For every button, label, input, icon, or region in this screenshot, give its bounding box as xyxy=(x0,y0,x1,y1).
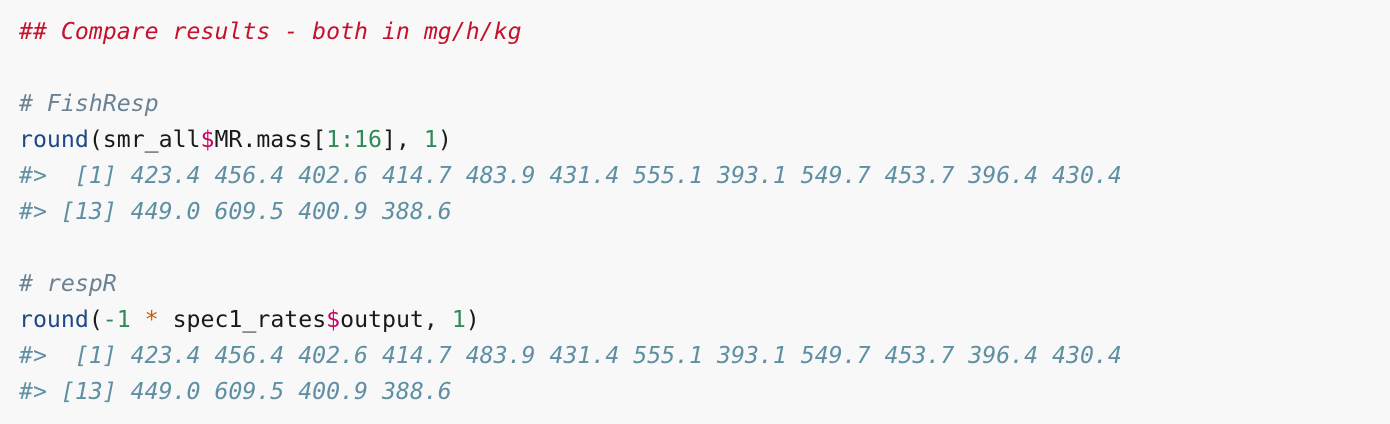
code-token: ) xyxy=(465,306,480,333)
function-name: round xyxy=(19,306,89,333)
code-line-output: #> [1] 423.4 456.4 402.6 414.7 483.9 431… xyxy=(19,158,1390,194)
numeric-literal: 1 xyxy=(451,306,466,333)
comment-text: # respR xyxy=(19,270,117,297)
code-line-comment-respr: # respR xyxy=(19,266,1390,302)
code-line-call-fishresp: round(smr_all$MR.mass[1:16], 1) xyxy=(19,122,1390,158)
code-token: MR.mass[ xyxy=(214,126,327,153)
code-token: ) xyxy=(437,126,452,153)
comment-text: # FishResp xyxy=(19,90,159,117)
numeric-literal: -1 xyxy=(102,306,131,333)
code-token: output, xyxy=(340,306,452,333)
multiply-operator: * xyxy=(130,306,173,333)
dollar-operator: $ xyxy=(326,306,341,333)
code-line-output: #> [1] 423.4 456.4 402.6 414.7 483.9 431… xyxy=(19,338,1390,374)
dollar-operator: $ xyxy=(200,126,215,153)
numeric-literal: 1:16 xyxy=(326,126,382,153)
numeric-literal: 1 xyxy=(423,126,438,153)
comment-text: ## Compare results - both in mg/h/kg xyxy=(19,18,522,45)
output-text: #> [13] 449.0 609.5 400.9 388.6 xyxy=(19,198,452,225)
function-name: round xyxy=(19,126,89,153)
code-token: (smr_all xyxy=(88,126,201,153)
code-line-comment-fishresp: # FishResp xyxy=(19,86,1390,122)
code-block: ## Compare results - both in mg/h/kg # F… xyxy=(0,0,1390,424)
code-line-output: #> [13] 449.0 609.5 400.9 388.6 xyxy=(19,194,1390,230)
output-text: #> [1] 423.4 456.4 402.6 414.7 483.9 431… xyxy=(19,162,1122,189)
code-line-call-respr: round(-1 * spec1_rates$output, 1) xyxy=(19,302,1390,338)
code-line-comment-main: ## Compare results - both in mg/h/kg xyxy=(19,14,1390,50)
output-text: #> [13] 449.0 609.5 400.9 388.6 xyxy=(19,378,452,405)
code-line-output: #> [13] 449.0 609.5 400.9 388.6 xyxy=(19,374,1390,410)
output-text: #> [1] 423.4 456.4 402.6 414.7 483.9 431… xyxy=(19,342,1122,369)
code-token: ( xyxy=(88,306,103,333)
code-token: spec1_rates xyxy=(172,306,327,333)
code-token: ], xyxy=(382,126,424,153)
